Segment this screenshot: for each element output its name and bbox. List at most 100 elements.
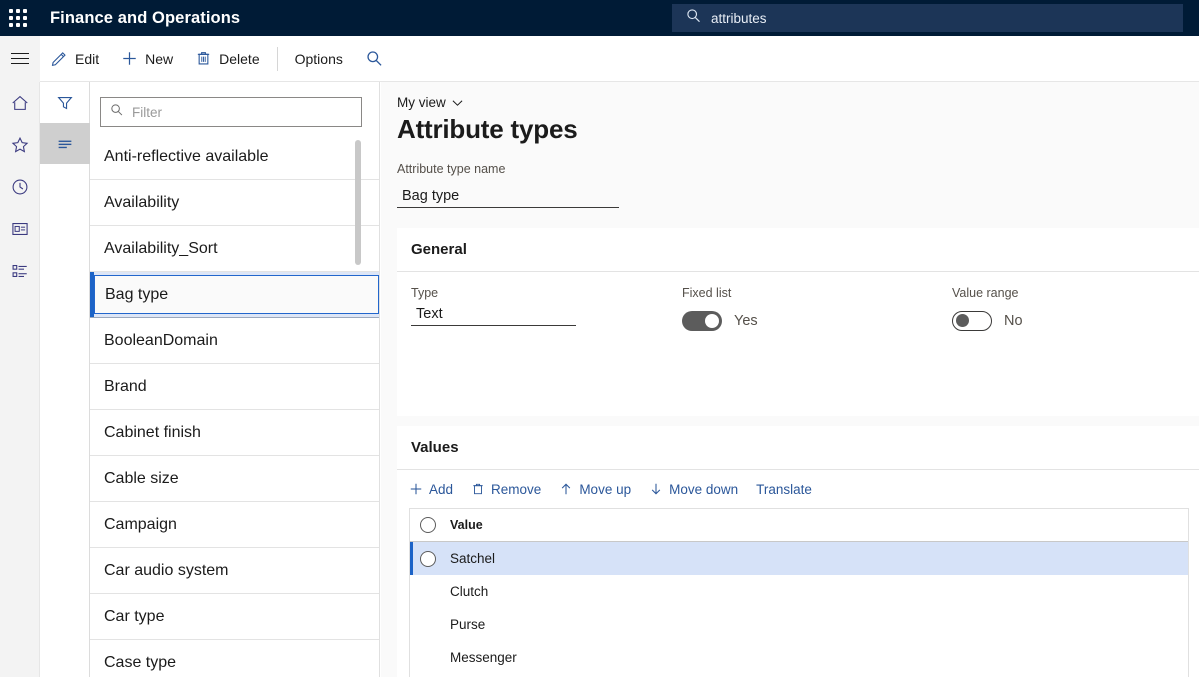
list-icon (10, 261, 30, 281)
values-grid-header: Value (410, 509, 1188, 542)
view-switcher[interactable]: My view (397, 95, 463, 110)
type-value: Text (416, 306, 443, 322)
fixed-list-toggle[interactable] (682, 311, 722, 331)
scrollbar-thumb[interactable] (355, 140, 361, 265)
row-value-cell: Clutch (450, 584, 488, 599)
list-item[interactable]: Cable size (90, 456, 380, 502)
attribute-type-name-label: Attribute type name (397, 162, 505, 176)
trash-icon (195, 50, 212, 67)
move-up-button[interactable]: Move up (559, 482, 631, 497)
list-item-label: BooleanDomain (104, 332, 218, 350)
home-icon (10, 93, 30, 113)
options-button[interactable]: Options (284, 36, 354, 82)
move-up-label: Move up (579, 482, 631, 497)
table-row[interactable]: Purse (410, 608, 1188, 641)
value-range-group: Value range No (952, 286, 1023, 331)
list-item-label: Cabinet finish (104, 424, 201, 442)
toolbar-divider (277, 47, 278, 71)
top-app-bar: Finance and Operations attributes (0, 0, 1199, 36)
list-item-label: Case type (104, 654, 176, 672)
move-down-label: Move down (669, 482, 738, 497)
global-search-input[interactable]: attributes (711, 11, 767, 26)
select-all-radio[interactable] (420, 517, 436, 533)
translate-button[interactable]: Translate (756, 482, 812, 497)
pencil-icon (51, 50, 68, 67)
list-item-label: Campaign (104, 516, 177, 534)
list-item[interactable]: Brand (90, 364, 380, 410)
chevron-down-icon (452, 95, 463, 110)
remove-value-button[interactable]: Remove (471, 482, 541, 497)
command-bar: Edit New Delete Options (0, 36, 1199, 82)
values-heading: Values (397, 426, 1199, 470)
arrow-up-icon (559, 482, 573, 496)
edit-button[interactable]: Edit (40, 36, 110, 82)
filter-tab[interactable] (40, 82, 90, 123)
list-item-label: Bag type (94, 275, 379, 314)
list-item[interactable]: Availability_Sort (90, 226, 380, 272)
navigation-rail (0, 82, 40, 677)
arrow-down-icon (649, 482, 663, 496)
app-launcher-icon[interactable] (0, 0, 36, 36)
main-content: My view Attribute types Attribute type n… (381, 82, 1199, 677)
sidebar-item-recent[interactable] (0, 166, 40, 208)
view-switcher-label: My view (397, 95, 446, 110)
column-header-value: Value (450, 518, 483, 532)
add-value-label: Add (429, 482, 453, 497)
delete-button[interactable]: Delete (184, 36, 270, 82)
global-search-box[interactable]: attributes (672, 4, 1183, 32)
delete-button-label: Delete (219, 51, 259, 67)
list-item[interactable]: Case type (90, 640, 380, 677)
type-field-group: Type Text (411, 286, 576, 326)
edit-button-label: Edit (75, 51, 99, 67)
row-select-radio[interactable] (420, 551, 436, 567)
plus-icon (121, 50, 138, 67)
app-title: Finance and Operations (50, 9, 240, 28)
table-row[interactable]: Clutch (410, 575, 1188, 608)
table-row[interactable]: Messenger (410, 641, 1188, 674)
list-scrollbar[interactable] (355, 140, 361, 450)
window-icon (10, 219, 30, 239)
attribute-type-name-field[interactable]: Bag type (397, 182, 619, 208)
list-item-label: Car audio system (104, 562, 229, 580)
list-item[interactable]: Cabinet finish (90, 410, 380, 456)
hamburger-icon[interactable] (0, 36, 40, 82)
general-card: General Type Text Fixed list Yes Value r… (397, 228, 1199, 416)
list-panel-tabs (40, 82, 90, 677)
list-item[interactable]: Availability (90, 180, 380, 226)
fixed-list-state: Yes (734, 313, 758, 329)
add-value-button[interactable]: Add (409, 482, 453, 497)
attribute-type-list-panel: Filter Anti-reflective available Availabi… (90, 82, 380, 677)
sidebar-item-favorites[interactable] (0, 124, 40, 166)
plus-icon (409, 482, 423, 496)
attribute-type-name-value: Bag type (402, 188, 459, 204)
page-title: Attribute types (397, 114, 577, 145)
list-item-label: Car type (104, 608, 164, 626)
sidebar-item-workspaces[interactable] (0, 208, 40, 250)
filter-placeholder: Filter (132, 105, 162, 120)
command-search-icon[interactable] (354, 36, 395, 82)
list-item-label: Brand (104, 378, 147, 396)
sidebar-item-modules[interactable] (0, 250, 40, 292)
list-item-label: Availability (104, 194, 179, 212)
list-item[interactable]: BooleanDomain (90, 318, 380, 364)
translate-label: Translate (756, 482, 812, 497)
move-down-button[interactable]: Move down (649, 482, 738, 497)
type-input[interactable]: Text (411, 300, 576, 326)
funnel-icon (55, 93, 75, 113)
list-item[interactable]: Bag type (90, 272, 380, 318)
table-row[interactable]: Satchel (410, 542, 1188, 575)
list-item[interactable]: Campaign (90, 502, 380, 548)
list-item-label: Anti-reflective available (104, 148, 269, 166)
attribute-type-list: Anti-reflective available Availability Ava… (90, 134, 380, 677)
list-tab[interactable] (40, 123, 90, 164)
sidebar-item-home[interactable] (0, 82, 40, 124)
list-item[interactable]: Car audio system (90, 548, 380, 594)
list-item[interactable]: Anti-reflective available (90, 134, 380, 180)
trash-icon (471, 482, 485, 496)
filter-input[interactable]: Filter (100, 97, 362, 127)
list-item-label: Availability_Sort (104, 240, 218, 258)
values-toolbar: Add Remove Move up Move down (397, 470, 1199, 508)
new-button[interactable]: New (110, 36, 184, 82)
value-range-toggle[interactable] (952, 311, 992, 331)
list-item[interactable]: Car type (90, 594, 380, 640)
